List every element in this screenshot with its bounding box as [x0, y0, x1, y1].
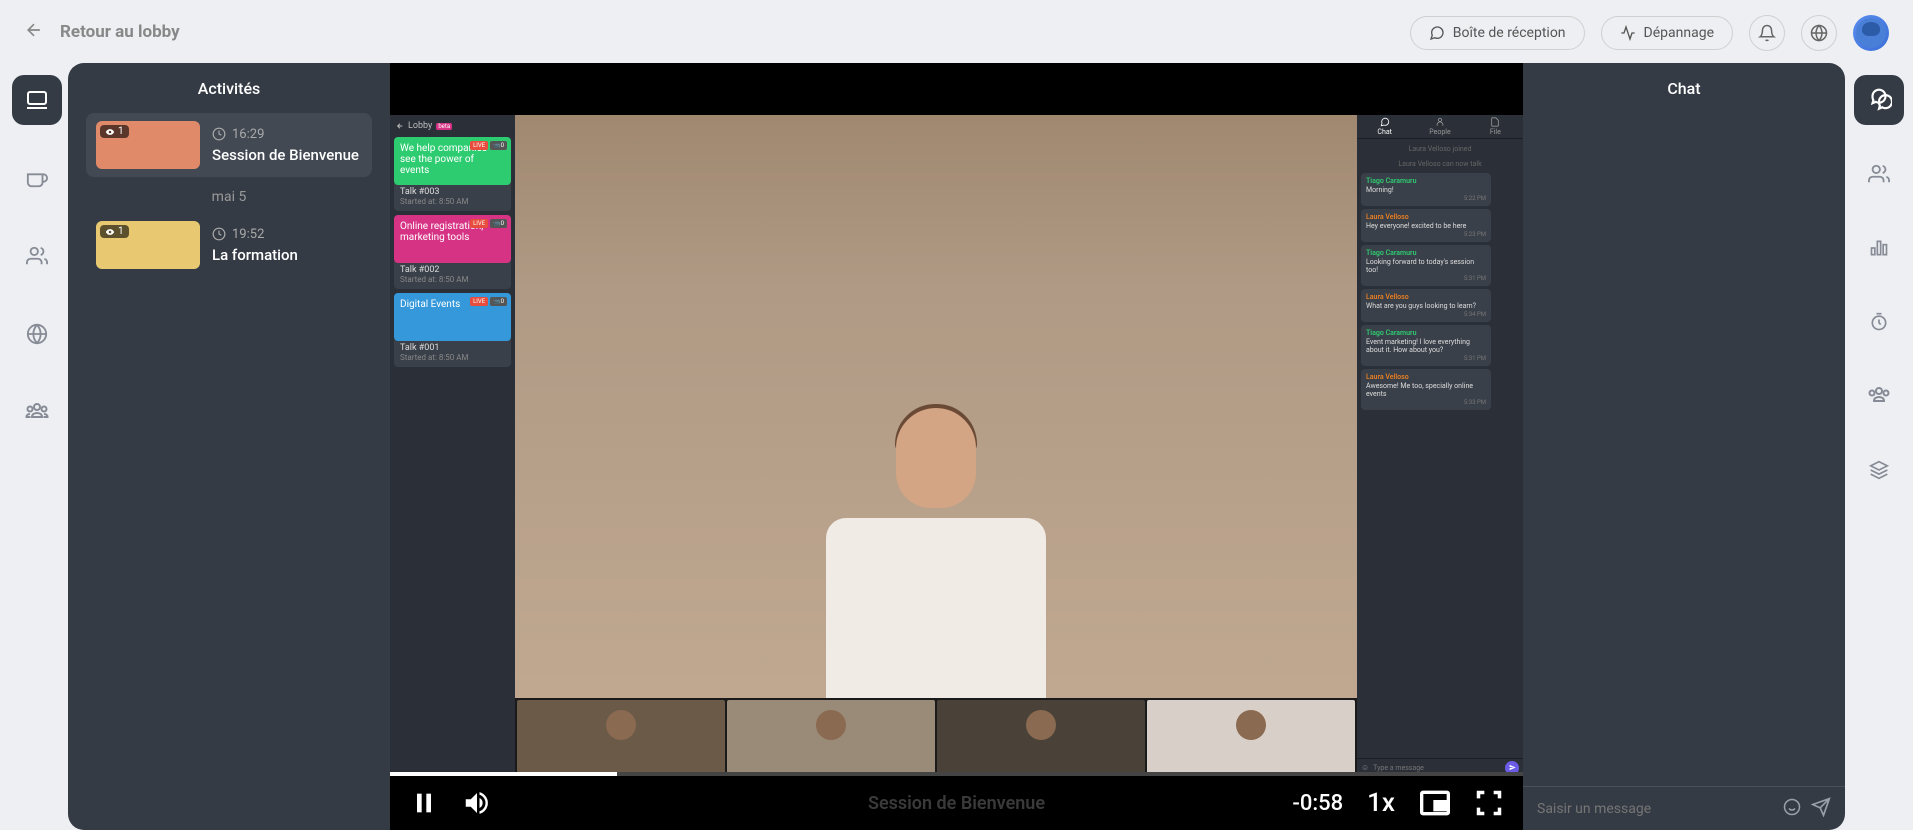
embedded-main-view	[515, 115, 1357, 776]
activity-thumb: 1	[96, 121, 200, 169]
chat-messages	[1523, 113, 1845, 786]
nav-coffee[interactable]	[12, 153, 62, 203]
date-divider: mai 5	[86, 177, 372, 213]
troubleshoot-label: Dépannage	[1644, 25, 1714, 41]
presenter-video	[515, 115, 1357, 698]
system-message: Laura Velloso joined	[1361, 143, 1519, 155]
nav-community[interactable]	[12, 387, 62, 437]
back-icon	[396, 122, 404, 130]
lobby-label: Lobby	[408, 121, 432, 131]
chat-message: Laura VellosoHey everyone! excited to be…	[1361, 209, 1491, 242]
nav-attendees[interactable]	[1854, 149, 1904, 199]
left-nav	[6, 63, 68, 830]
chat-message: Tiago CaramuruEvent marketing! I love ev…	[1361, 325, 1491, 366]
globe-icon	[1810, 24, 1828, 42]
stream-card: LIVE📹0 We help companies see the power o…	[394, 137, 511, 211]
clock-icon	[212, 127, 226, 141]
system-message: Laura Velloso can now talk	[1361, 158, 1519, 170]
inbox-button[interactable]: Boîte de réception	[1410, 16, 1585, 50]
embedded-sidebar-right: Chat People File Laura Velloso joined La…	[1357, 115, 1523, 776]
eye-icon	[105, 227, 115, 237]
chat-message: Tiago CaramuruMorning!5:22 PM	[1361, 173, 1491, 206]
inbox-label: Boîte de réception	[1453, 25, 1566, 41]
participant-thumb	[517, 700, 725, 774]
nav-laptop[interactable]	[12, 75, 62, 125]
activity-time: 16:29	[232, 127, 264, 142]
session-title: Session de Bienvenue	[0, 793, 1913, 814]
heartbeat-icon	[1620, 25, 1636, 41]
embedded-tab-chat: Chat	[1357, 115, 1412, 138]
back-arrow-icon[interactable]	[24, 20, 44, 44]
language-button[interactable]	[1801, 15, 1837, 51]
stream-card: LIVE📹0 Digital Events Talk #001Started a…	[394, 293, 511, 367]
bell-icon	[1758, 24, 1776, 42]
activity-title: Session de Bienvenue	[212, 146, 359, 164]
viewers-badge: 1	[100, 225, 129, 238]
troubleshoot-button[interactable]: Dépannage	[1601, 16, 1733, 50]
chat-message: Laura VellosoWhat are you guys looking t…	[1361, 289, 1491, 322]
embedded-tab-file: File	[1468, 115, 1523, 138]
clock-icon	[212, 227, 226, 241]
nav-globe[interactable]	[12, 309, 62, 359]
stream-card: LIVE📹0 Online registration, marketing to…	[394, 215, 511, 289]
video-player: Lobby beta LIVE📹0 We help companies see …	[390, 63, 1523, 830]
chat-title: Chat	[1523, 63, 1845, 113]
embedded-tab-people: People	[1412, 115, 1467, 138]
activity-item[interactable]: 1 16:29 Session de Bienvenue	[86, 113, 372, 177]
activity-time: 19:52	[232, 227, 264, 242]
chat-message: Laura VellosoAwesome! Me too, specially …	[1361, 369, 1491, 410]
activities-title: Activités	[68, 63, 390, 113]
live-badge: LIVE	[470, 219, 488, 228]
live-badge: LIVE	[470, 141, 488, 150]
activity-thumb: 1	[96, 221, 200, 269]
activity-title: La formation	[212, 246, 298, 264]
participant-thumb	[727, 700, 935, 774]
live-badge: LIVE	[470, 297, 488, 306]
right-nav	[1851, 63, 1907, 830]
nav-polls[interactable]	[1854, 223, 1904, 273]
beta-badge: beta	[436, 123, 452, 130]
participant-thumb	[1147, 700, 1355, 774]
nav-layers[interactable]	[1854, 445, 1904, 495]
nav-people[interactable]	[12, 231, 62, 281]
nav-chat[interactable]	[1854, 75, 1904, 125]
embedded-sidebar-left: Lobby beta LIVE📹0 We help companies see …	[390, 115, 515, 776]
user-avatar[interactable]	[1853, 15, 1889, 51]
eye-icon	[105, 127, 115, 137]
chat-bubble-icon	[1429, 25, 1445, 41]
viewers-badge: 1	[100, 125, 129, 138]
participant-thumb	[937, 700, 1145, 774]
notifications-button[interactable]	[1749, 15, 1785, 51]
back-label[interactable]: Retour au lobby	[60, 22, 180, 42]
chat-message: Tiago CaramuruLooking forward to today's…	[1361, 245, 1491, 286]
embedded-chat-input	[1373, 764, 1501, 772]
nav-groups[interactable]	[1854, 371, 1904, 421]
nav-timer[interactable]	[1854, 297, 1904, 347]
activity-item[interactable]: 1 19:52 La formation	[86, 213, 372, 277]
